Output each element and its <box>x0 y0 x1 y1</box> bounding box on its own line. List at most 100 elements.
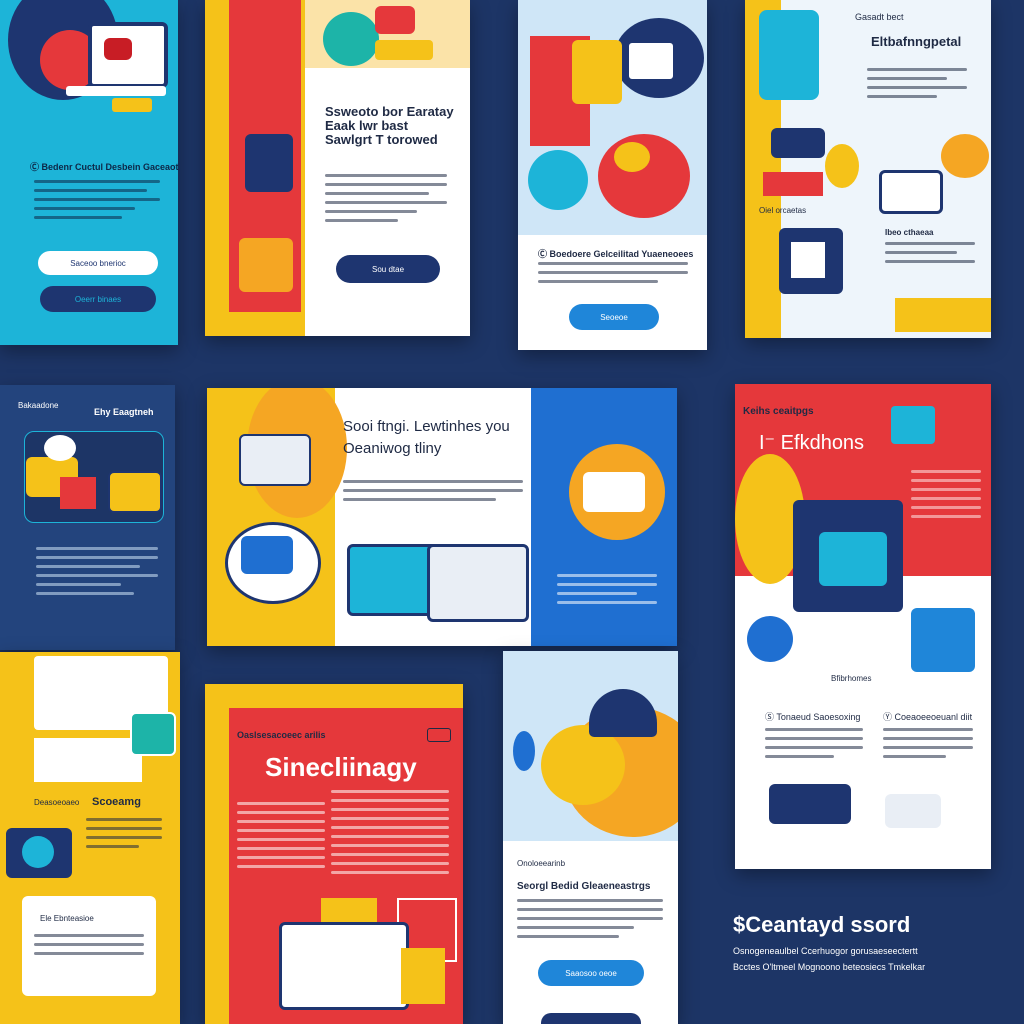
cta-button[interactable]: Sou dtae <box>336 255 440 283</box>
card-dashboard: Gasadt bect Eltbafnngpetal Oiel orcaetas… <box>745 0 991 338</box>
document-icon <box>583 472 645 512</box>
card-label: Keihs ceaitpgs <box>743 406 814 417</box>
body-text-lines <box>34 934 144 955</box>
card-label: Bakaadone <box>18 401 59 410</box>
laptop-icon <box>279 922 409 1010</box>
card-caption: Bfibrhomes <box>831 674 872 683</box>
body-text-lines <box>765 728 863 758</box>
body-text-lines <box>911 470 981 518</box>
folder-icon <box>239 238 293 292</box>
article-title-2: Eaak lwr bast <box>325 118 409 133</box>
card-label: Oaslsesacoeec arilis <box>237 730 326 740</box>
monitor-icon <box>104 38 132 60</box>
body-text-lines <box>517 899 663 938</box>
column-heading-1: Ⓢ Tonaeud Saoesoxing <box>765 712 861 722</box>
document-icon <box>911 608 975 672</box>
blob-shape <box>541 725 625 805</box>
body-text-lines <box>343 480 523 501</box>
footer-strip <box>895 298 991 332</box>
card-caption: Oiel orcaetas <box>759 206 807 215</box>
monitor-icon <box>241 536 293 574</box>
chart-icon <box>885 794 941 828</box>
blob-shape <box>614 142 650 172</box>
body-text-lines <box>538 262 688 283</box>
card-heading: Ⓒ Bedenr Cuctul Desbein Gaceaot <box>30 162 178 172</box>
body-text-lines <box>867 68 967 98</box>
card-title: Scoeamg <box>92 796 141 808</box>
document-icon <box>572 40 622 104</box>
red-block <box>60 477 96 509</box>
note-card <box>791 242 825 278</box>
body-text-lines <box>86 818 162 848</box>
info-box-title: Ele Ebnteasioe <box>40 914 94 923</box>
article-title-1: Ssweoto bor Earatay <box>325 104 454 119</box>
red-block <box>763 172 823 196</box>
laptop-icon <box>879 170 943 214</box>
server-icon <box>239 434 311 486</box>
blob-shape <box>941 134 989 178</box>
banner-title-1: Sooi ftngi. Lewtinhes you <box>343 418 510 435</box>
banner-title-2: Oeaniwog tliny <box>343 440 442 457</box>
column-heading-2: Ⓨ Coeaoeeoeuanl diit <box>883 712 973 722</box>
card-title: Eltbafnngpetal <box>871 34 962 49</box>
cta-button[interactable]: Seoeoe <box>569 304 659 330</box>
card-navy-tutorial: Bakaadone Ehy Eaagtneh <box>0 385 175 650</box>
side-panel-blue <box>759 10 819 100</box>
card-yellow-guide: Deasoeoaeo Scoeamg Ele Ebnteasioe <box>0 652 180 1024</box>
blob-shape <box>513 731 535 771</box>
globe-icon <box>528 150 588 210</box>
chart-icon <box>427 728 451 742</box>
primary-button[interactable]: Saceoo bnerioc <box>38 251 158 275</box>
globe-icon <box>323 12 379 66</box>
body-text-lines <box>36 547 158 595</box>
body-text-lines <box>325 174 447 222</box>
header-button[interactable] <box>375 40 433 60</box>
caption-line-2: Bcctes O'ltmeel Mognoono beteosiecs Tmke… <box>733 962 926 972</box>
blob-shape <box>825 144 859 188</box>
laptop-icon <box>427 544 529 622</box>
chart-icon <box>130 712 176 756</box>
secondary-button[interactable] <box>541 1013 641 1024</box>
card-label: Onoloeearinb <box>517 859 566 868</box>
body-text-lines <box>237 802 325 868</box>
monitor-icon <box>626 40 676 82</box>
card-label: Gasadt bect <box>855 12 904 22</box>
body-text-lines <box>331 790 449 874</box>
card-title: Seorgl Bedid Gleaeneastrgs <box>517 881 651 892</box>
card-feature-banner: Sooi ftngi. Lewtinhes you Oeaniwog tliny <box>207 388 677 646</box>
globe-icon <box>747 616 793 662</box>
card-blue-signup: Onoloeearinb Seorgl Bedid Gleaeneastrgs … <box>503 651 678 1024</box>
card-blue-product: Ⓒ Boedoere Gelceilitad Yuaeneoees Seoeoe <box>518 0 707 350</box>
card-heading: Ⓒ Boedoere Gelceilitad Yuaeneoees <box>538 249 694 259</box>
body-text-lines <box>885 242 975 263</box>
note-card <box>34 738 142 782</box>
card-label: Deasoeoaeo <box>34 798 80 807</box>
card-title: Ehy Eaagtneh <box>94 407 154 417</box>
cta-button[interactable]: Saaosoo oeoe <box>538 960 644 986</box>
card-sub: Ibeo cthaeaa <box>885 228 934 237</box>
card-red-report: Keihs ceaitpgs I⁻ Efkdhons Bfibrhomes Ⓢ … <box>735 384 991 869</box>
caption-line-1: Osnogeneaulbel Ccerhuogor gorusaeseecter… <box>733 946 918 956</box>
blob-shape <box>44 435 76 461</box>
card-yellow-article: Ssweoto bor Earatay Eaak lwr bast Sawlgr… <box>205 0 470 336</box>
yellow-block <box>401 948 445 1004</box>
monitor-icon <box>771 128 825 158</box>
body-text-lines <box>34 180 160 219</box>
badge <box>112 98 152 112</box>
monitor-icon <box>108 471 162 513</box>
caption-title: $Ceantayd ssord <box>733 912 911 937</box>
body-text-lines <box>557 574 657 604</box>
card-red-poster: Oaslsesacoeec arilis Sinecliinagy <box>205 684 463 1024</box>
monitor-icon <box>819 532 887 586</box>
secondary-button[interactable]: Oeerr binaes <box>40 286 156 312</box>
poster-title: Sinecliinagy <box>265 752 417 782</box>
chart-icon <box>769 784 851 824</box>
chart-icon <box>891 406 935 444</box>
body-text-lines <box>883 728 973 758</box>
article-title-3: Sawlgrt T torowed <box>325 132 438 147</box>
document-icon <box>245 134 293 192</box>
laptop-base <box>66 86 166 96</box>
camera-lens <box>22 836 54 868</box>
card-cyan-landing: Ⓒ Bedenr Cuctul Desbein Gaceaot Saceoo b… <box>0 0 178 345</box>
card-title: I⁻ Efkdhons <box>759 432 865 454</box>
